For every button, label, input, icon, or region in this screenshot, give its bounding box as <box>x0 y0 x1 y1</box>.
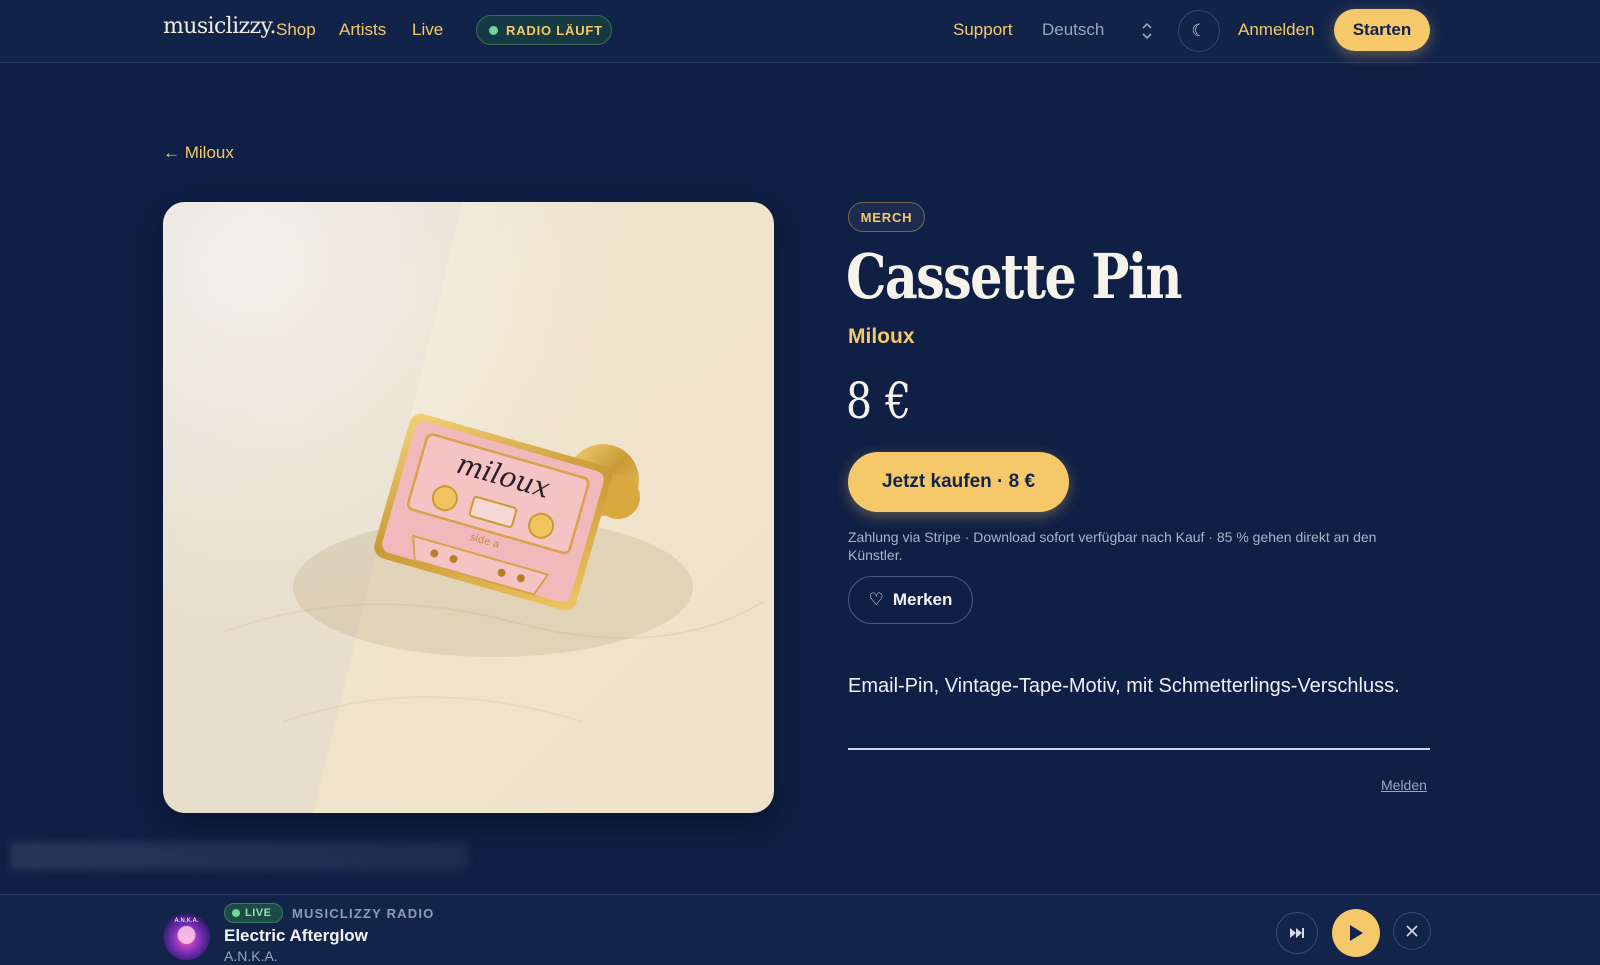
radio-status-label: RADIO LÄUFT <box>506 22 603 38</box>
album-art: A.N.K.A. <box>163 913 210 960</box>
product-image: miloux side a <box>163 202 774 813</box>
save-label: Merken <box>892 590 953 609</box>
product-title: Cassette Pin <box>846 240 1182 313</box>
category-badge: MERCH <box>848 202 925 232</box>
live-label: LIVE <box>245 907 272 919</box>
report-link[interactable]: Melden <box>1381 777 1427 793</box>
back-to-artist-link[interactable]: ← Miloux <box>163 143 234 163</box>
language-select[interactable]: Deutsch <box>1042 20 1104 40</box>
product-price: 8 € <box>846 372 912 430</box>
close-player-button[interactable] <box>1393 912 1431 950</box>
track-artist: A.N.K.A. <box>224 948 278 964</box>
nav-link-live[interactable]: Live <box>412 20 443 40</box>
moon-icon: ☾ <box>1191 21 1207 40</box>
skip-forward-icon <box>1290 928 1304 938</box>
payment-note: Zahlung via Stripe · Download sofort ver… <box>848 529 1377 563</box>
station-name: MUSICLIZZY RADIO <box>292 906 435 921</box>
skip-button[interactable] <box>1276 912 1318 954</box>
cover-text: A.N.K.A. <box>174 917 198 924</box>
support-link[interactable]: Support <box>953 20 1013 40</box>
start-button[interactable]: Starten <box>1334 9 1430 51</box>
live-badge: LIVE <box>224 903 283 923</box>
live-dot-icon <box>489 25 498 35</box>
updown-chevron-icon[interactable] <box>1140 20 1154 42</box>
top-navigation-bar: musiclizzy. Shop Artists Live RADIO LÄUF… <box>0 0 1600 63</box>
divider <box>848 748 1430 750</box>
site-logo[interactable]: musiclizzy. <box>163 14 276 39</box>
radio-player-bar: A.N.K.A. LIVE MUSICLIZZY RADIO Electric … <box>0 894 1600 965</box>
nav-link-shop[interactable]: Shop <box>276 20 316 40</box>
nav-link-artists[interactable]: Artists <box>339 20 386 40</box>
cassette-pin-photo: miloux side a <box>163 202 774 813</box>
play-icon <box>1350 925 1363 941</box>
play-button[interactable] <box>1332 909 1380 957</box>
live-dot-icon <box>232 909 240 917</box>
close-icon <box>1406 925 1418 937</box>
track-title: Electric Afterglow <box>224 926 368 945</box>
radio-status-badge[interactable]: RADIO LÄUFT <box>476 15 612 45</box>
buy-now-button[interactable]: Jetzt kaufen · 8 € <box>848 452 1069 512</box>
theme-toggle-button[interactable]: ☾ <box>1178 10 1220 52</box>
blurred-overlay <box>10 842 468 870</box>
heart-icon: ♡ <box>868 590 884 609</box>
login-link[interactable]: Anmelden <box>1238 20 1315 40</box>
product-description: Email-Pin, Vintage-Tape-Motiv, mit Schme… <box>848 675 1400 697</box>
artist-link[interactable]: Miloux <box>848 325 915 349</box>
save-button[interactable]: ♡ Merken <box>848 576 973 624</box>
album-cover: A.N.K.A. <box>163 913 210 960</box>
